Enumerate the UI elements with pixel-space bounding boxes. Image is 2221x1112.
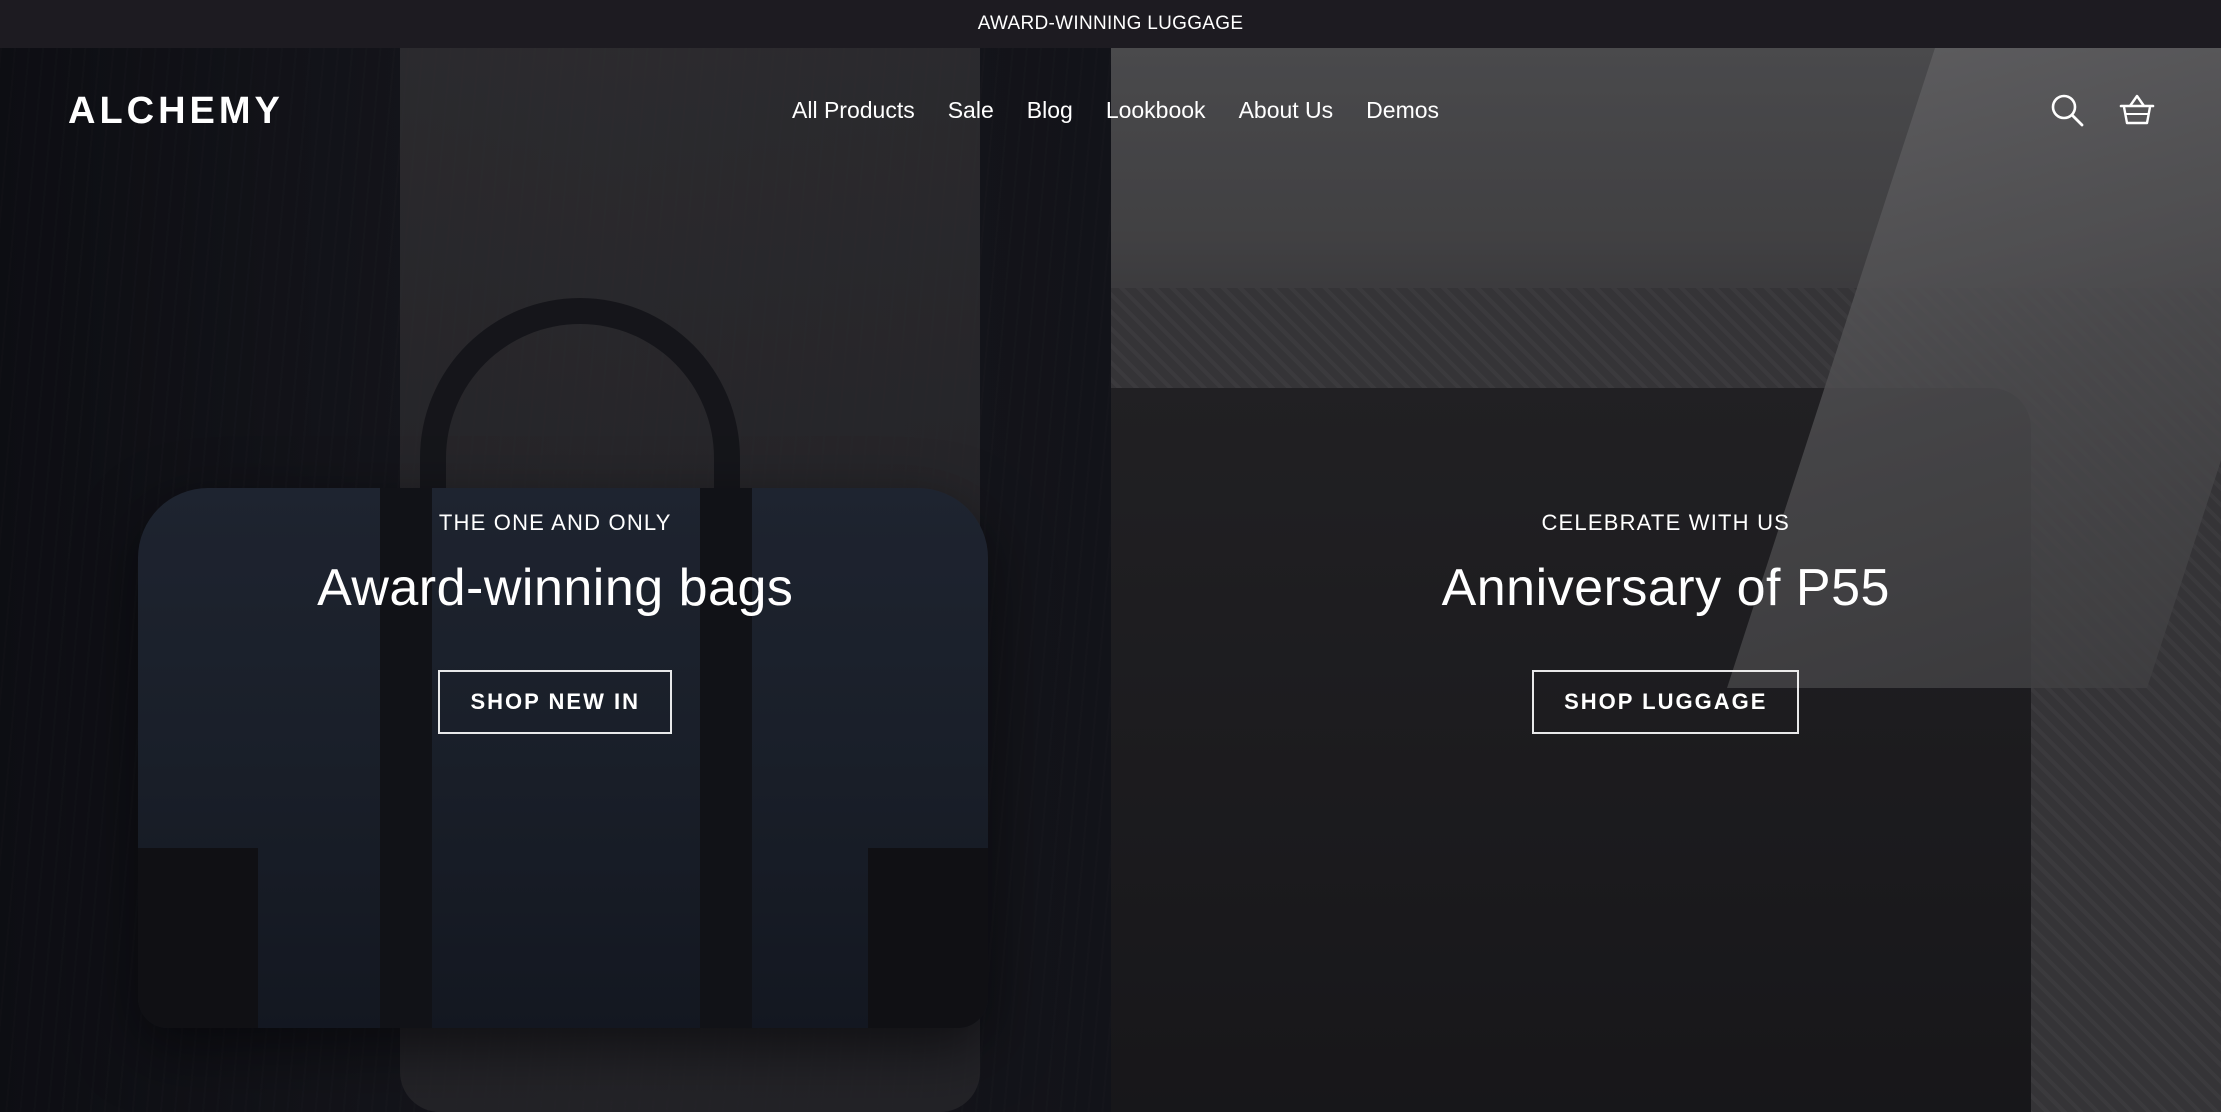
basket-icon bbox=[2119, 94, 2155, 125]
hero-left-content: THE ONE AND ONLY Award-winning bags SHOP… bbox=[0, 508, 1111, 734]
nav-lookbook[interactable]: Lookbook bbox=[1106, 94, 1206, 126]
nav-sale[interactable]: Sale bbox=[948, 94, 994, 126]
cart-button[interactable] bbox=[2119, 92, 2155, 128]
site-logo[interactable]: ALCHEMY bbox=[68, 90, 284, 132]
search-button[interactable] bbox=[2049, 92, 2085, 128]
hero-section: THE ONE AND ONLY Award-winning bags SHOP… bbox=[0, 48, 2221, 1112]
hero-panel-right: CELEBRATE WITH US Anniversary of P55 SHO… bbox=[1110, 48, 2221, 1112]
main-nav: All Products Sale Blog Lookbook About Us… bbox=[792, 94, 1472, 126]
shop-new-in-button[interactable]: SHOP NEW IN bbox=[438, 670, 672, 734]
hero-left-headline: Award-winning bags bbox=[317, 559, 794, 617]
nav-about-us[interactable]: About Us bbox=[1239, 94, 1334, 126]
nav-all-products[interactable]: All Products bbox=[792, 94, 915, 126]
site-header: ALCHEMY All Products Sale Blog Lookbook … bbox=[0, 48, 2221, 174]
hero-right-headline: Anniversary of P55 bbox=[1441, 559, 1890, 617]
shop-luggage-button[interactable]: SHOP LUGGAGE bbox=[1532, 670, 1800, 734]
header-icons bbox=[2049, 92, 2155, 128]
announcement-bar: AWARD-WINNING LUGGAGE bbox=[0, 0, 2221, 48]
hero-panel-left: THE ONE AND ONLY Award-winning bags SHOP… bbox=[0, 48, 1111, 1112]
search-icon bbox=[2051, 94, 2084, 127]
hero-left-eyebrow: THE ONE AND ONLY bbox=[438, 510, 672, 535]
nav-blog[interactable]: Blog bbox=[1027, 94, 1073, 126]
nav-demos[interactable]: Demos bbox=[1366, 94, 1439, 126]
hero-right-content: CELEBRATE WITH US Anniversary of P55 SHO… bbox=[1111, 508, 2221, 734]
hero-right-eyebrow: CELEBRATE WITH US bbox=[1541, 510, 1791, 535]
announcement-text: AWARD-WINNING LUGGAGE bbox=[977, 13, 1244, 34]
